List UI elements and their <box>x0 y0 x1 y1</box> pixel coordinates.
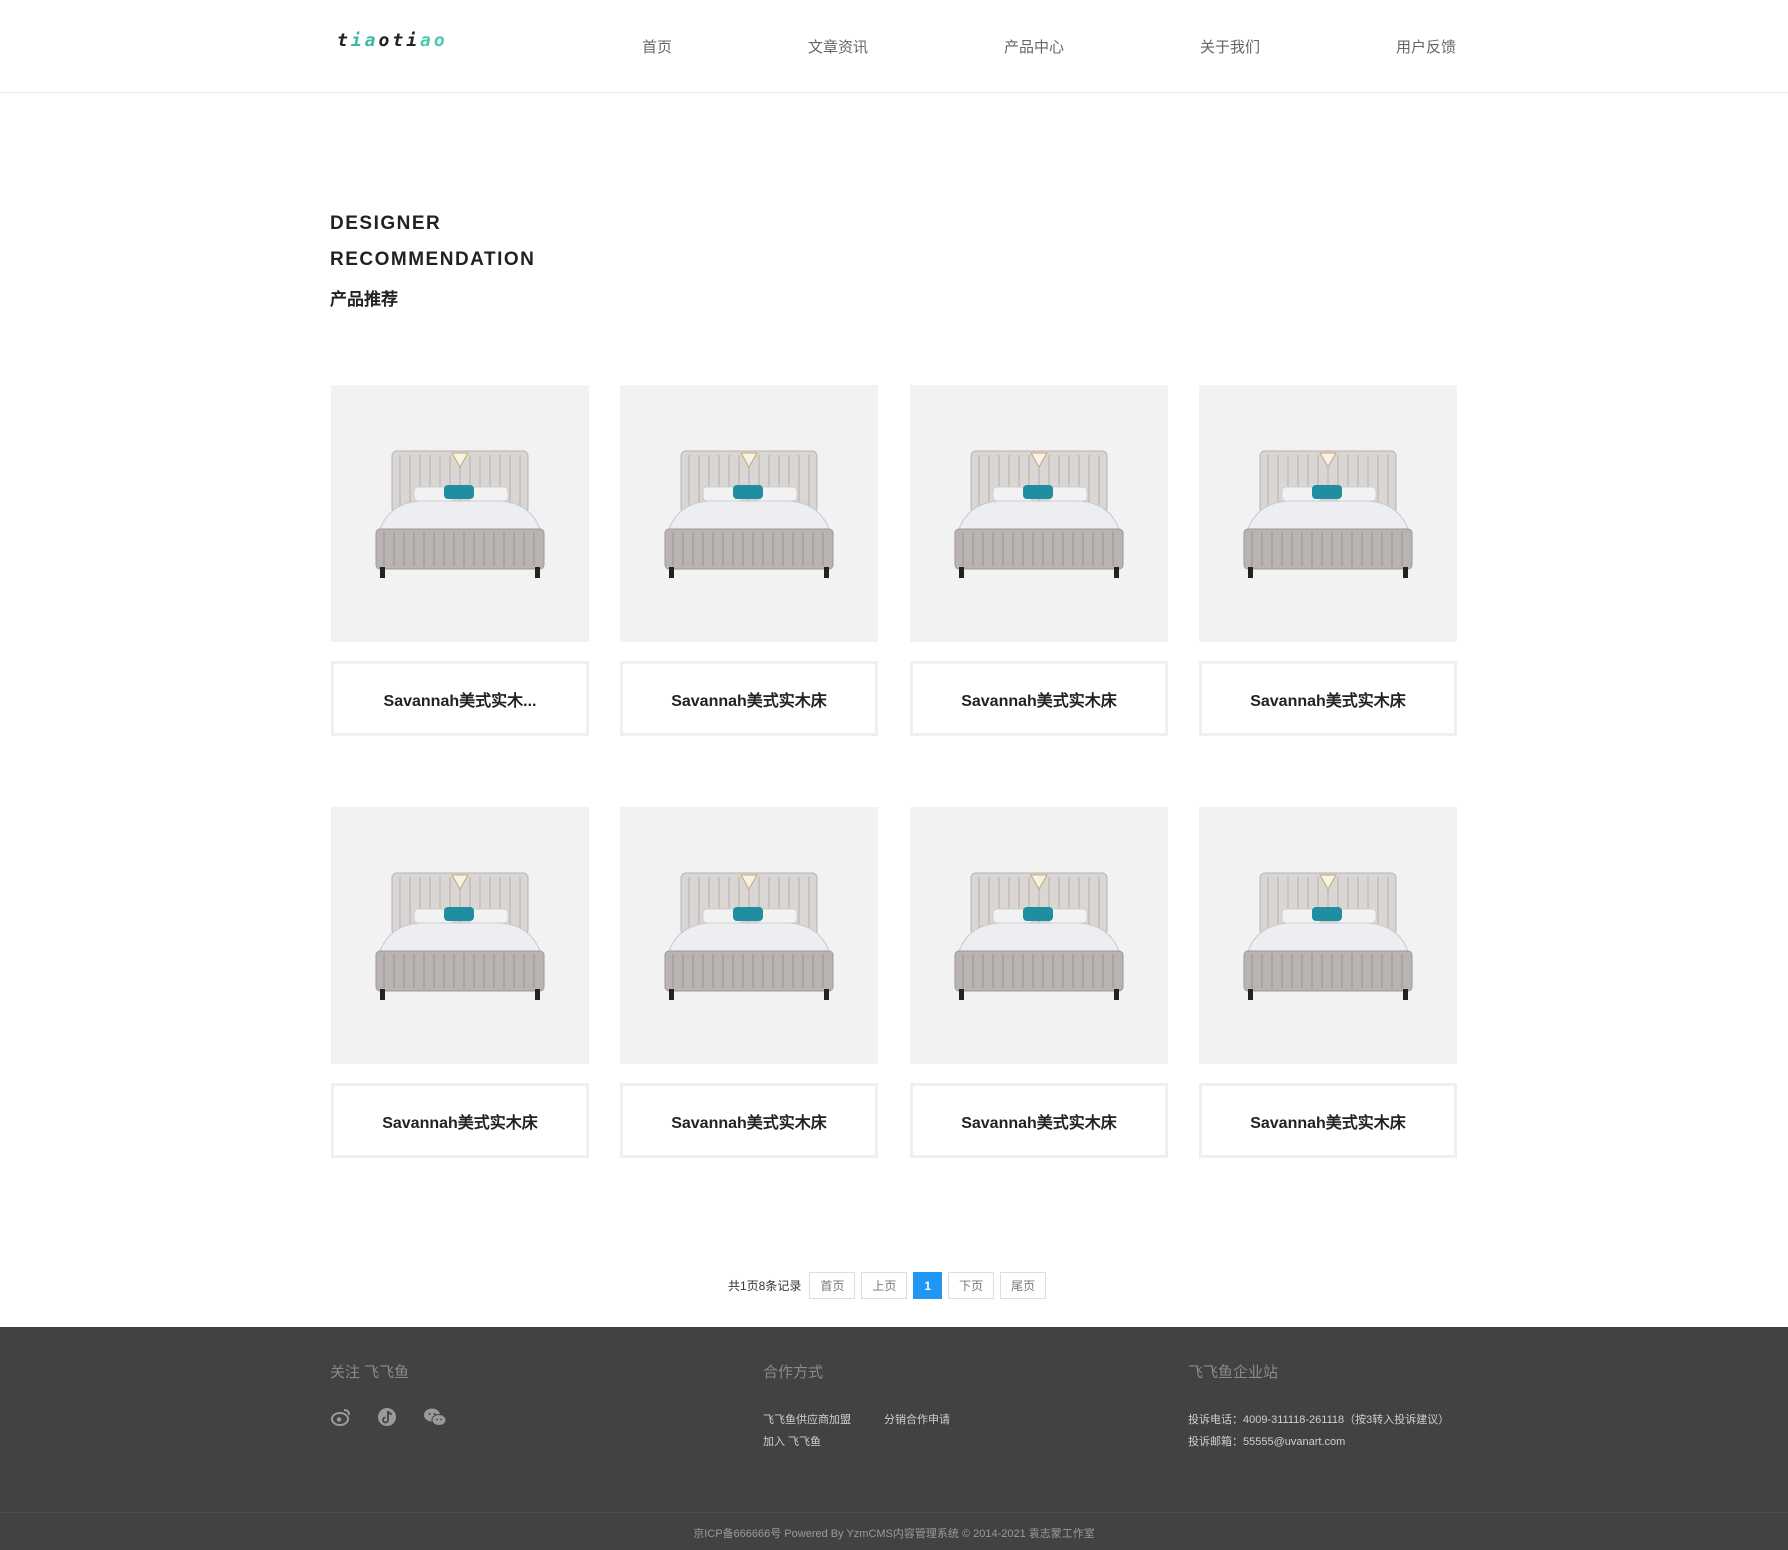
pagination-info: 共1页8条记录 <box>728 1279 802 1293</box>
section-title-en-line1: DESIGNER <box>330 213 442 234</box>
footer-link-supplier[interactable]: 飞飞鱼供应商加盟 <box>763 1411 851 1427</box>
product-image[interactable] <box>620 385 878 642</box>
product-image[interactable] <box>620 807 878 1064</box>
footer-copyright: 京ICP备666666号 Powered By YzmCMS内容管理系统 © 2… <box>693 1528 1095 1540</box>
pagination-prev-button[interactable]: 上页 <box>861 1272 908 1299</box>
nav-home[interactable]: 首页 <box>642 36 672 57</box>
product-name: Savannah美式实木... <box>383 692 537 710</box>
product-card[interactable]: Savannah美式实木床 <box>910 385 1168 736</box>
product-image[interactable] <box>910 807 1168 1064</box>
product-name: Savannah美式实木床 <box>1250 1114 1406 1132</box>
nav-feedback[interactable]: 用户反馈 <box>1396 36 1456 57</box>
footer-follow-title: 关注 飞飞鱼 <box>330 1364 410 1381</box>
product-card[interactable]: Savannah美式实木... <box>331 385 589 736</box>
nav-articles[interactable]: 文章资讯 <box>808 36 868 57</box>
bed-image <box>370 443 550 584</box>
footer-divider <box>0 1512 1788 1513</box>
logo-text-part: oti <box>378 30 421 51</box>
section-title-cn: 产品推荐 <box>330 290 398 309</box>
footer-site-title: 飞飞鱼企业站 <box>1188 1364 1279 1381</box>
product-card[interactable]: Savannah美式实木床 <box>620 385 878 736</box>
product-name-box[interactable]: Savannah美式实木床 <box>910 661 1168 736</box>
bed-image <box>949 865 1129 1006</box>
footer-phone: 投诉电话：4009-311118-261118（按3转入投诉建议） <box>1188 1414 1450 1426</box>
product-image[interactable] <box>1199 807 1457 1064</box>
pagination-last-button[interactable]: 尾页 <box>1000 1272 1047 1299</box>
product-card[interactable]: Savannah美式实木床 <box>620 807 878 1158</box>
product-card[interactable]: Savannah美式实木床 <box>1199 807 1457 1158</box>
logo-text-part: ao <box>420 30 448 51</box>
product-card[interactable]: Savannah美式实木床 <box>1199 385 1457 736</box>
bed-image <box>659 443 839 584</box>
product-name: Savannah美式实木床 <box>961 692 1117 710</box>
product-name-box[interactable]: Savannah美式实木床 <box>620 1083 878 1158</box>
product-name-box[interactable]: Savannah美式实木... <box>331 661 589 736</box>
product-name-box[interactable]: Savannah美式实木床 <box>1199 1083 1457 1158</box>
nav-products[interactable]: 产品中心 <box>1004 36 1064 57</box>
footer-coop-title: 合作方式 <box>763 1364 824 1381</box>
site-header: tiaotiao 首页 文章资讯 产品中心 关于我们 用户反馈 <box>0 0 1788 93</box>
product-name: Savannah美式实木床 <box>671 1114 827 1132</box>
pagination-next-button[interactable]: 下页 <box>948 1272 995 1299</box>
site-footer: 关注 飞飞鱼 合作方式 飞飞鱼供应商加盟 分销合作申请 加入 飞飞鱼 飞飞鱼企业… <box>0 1327 1788 1550</box>
product-image[interactable] <box>331 807 589 1064</box>
product-image[interactable] <box>1199 385 1457 642</box>
pagination: 共1页8条记录 首页 上页 1 下页 尾页 <box>728 1272 1047 1299</box>
bed-image <box>1238 443 1418 584</box>
nav-about[interactable]: 关于我们 <box>1200 36 1260 57</box>
section-title-en-line2: RECOMMENDATION <box>330 249 536 270</box>
product-name-box[interactable]: Savannah美式实木床 <box>331 1083 589 1158</box>
bed-image <box>1238 865 1418 1006</box>
product-name: Savannah美式实木床 <box>961 1114 1117 1132</box>
product-card[interactable]: Savannah美式实木床 <box>331 807 589 1158</box>
footer-link-distribution[interactable]: 分销合作申请 <box>884 1411 950 1427</box>
bed-image <box>659 865 839 1006</box>
weibo-icon[interactable] <box>330 1407 352 1427</box>
footer-email: 投诉邮箱：55555@uvanart.com <box>1188 1436 1346 1448</box>
product-image[interactable] <box>331 385 589 642</box>
site-logo[interactable]: tiaotiao <box>337 30 448 51</box>
product-image[interactable] <box>910 385 1168 642</box>
pagination-first-button[interactable]: 首页 <box>809 1272 856 1299</box>
logo-text-part: ia <box>350 30 379 51</box>
douyin-icon[interactable] <box>376 1407 398 1427</box>
product-name: Savannah美式实木床 <box>1250 692 1406 710</box>
product-name-box[interactable]: Savannah美式实木床 <box>1199 661 1457 736</box>
product-name: Savannah美式实木床 <box>671 692 827 710</box>
pagination-current-page[interactable]: 1 <box>913 1272 943 1299</box>
footer-link-join[interactable]: 加入 飞飞鱼 <box>763 1433 821 1449</box>
logo-text-part: t <box>337 30 351 51</box>
product-name: Savannah美式实木床 <box>382 1114 538 1132</box>
bed-image <box>949 443 1129 584</box>
bed-image <box>370 865 550 1006</box>
wechat-icon[interactable] <box>423 1407 447 1427</box>
product-name-box[interactable]: Savannah美式实木床 <box>620 661 878 736</box>
product-card[interactable]: Savannah美式实木床 <box>910 807 1168 1158</box>
product-name-box[interactable]: Savannah美式实木床 <box>910 1083 1168 1158</box>
